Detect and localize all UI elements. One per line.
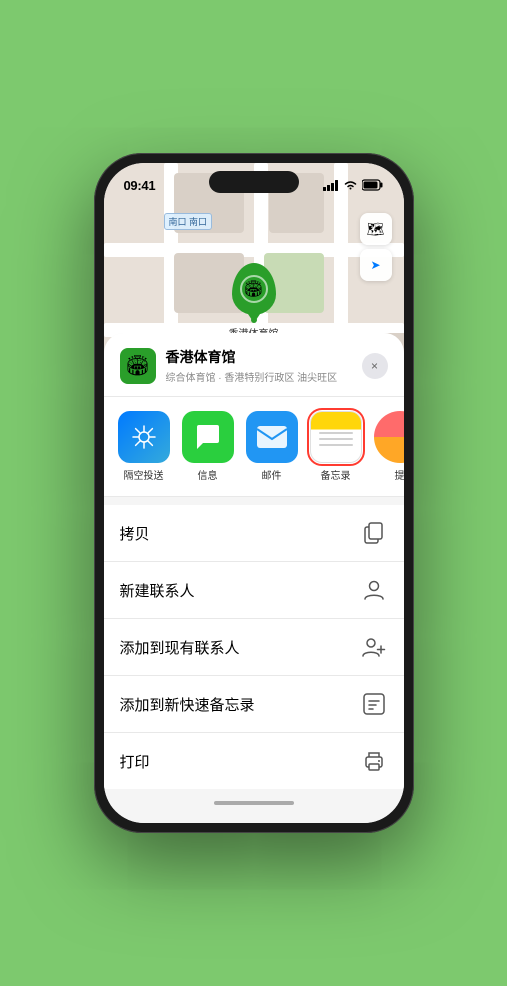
wifi-icon [343,180,358,191]
close-button[interactable]: × [362,353,388,379]
action-new-contact[interactable]: 新建联系人 [104,562,404,619]
action-print-label: 打印 [120,751,150,772]
venue-description: 综合体育馆 · 香港特别行政区 油尖旺区 [166,369,352,384]
app-item-mail[interactable]: 邮件 [244,411,300,482]
action-copy[interactable]: 拷贝 [104,505,404,562]
dynamic-island [209,171,299,193]
stadium-pin: 🏟 [232,263,276,315]
signal-icon [323,180,339,191]
status-icons [323,179,384,191]
copy-icon [360,519,388,547]
stadium-pin-inner: 🏟 [240,275,268,303]
bottom-sheet: 🏟 香港体育馆 综合体育馆 · 香港特别行政区 油尖旺区 × [104,333,404,823]
action-list: 拷贝 新建联系人 [104,505,404,789]
airdrop-icon [118,411,170,463]
venue-info: 香港体育馆 综合体育馆 · 香港特别行政区 油尖旺区 [166,347,352,384]
note-add-icon [360,690,388,718]
app-item-notes[interactable]: 备忘录 [308,411,364,482]
status-time: 09:41 [124,178,156,193]
action-add-existing-label: 添加到现有联系人 [120,637,240,658]
action-add-quick-note[interactable]: 添加到新快速备忘录 [104,676,404,733]
apps-row: 隔空投送 信息 [116,411,392,482]
venue-name: 香港体育馆 [166,347,352,367]
action-add-quick-note-label: 添加到新快速备忘录 [120,694,255,715]
home-bar [214,801,294,805]
venue-icon: 🏟 [120,348,156,384]
notes-label: 备忘录 [321,467,351,482]
home-indicator [104,793,404,813]
person-add-icon [360,633,388,661]
app-item-airdrop[interactable]: 隔空投送 [116,411,172,482]
map-location-button[interactable]: ➤ [360,249,392,281]
app-item-more[interactable]: 提 [372,411,404,482]
share-apps: 隔空投送 信息 [104,397,404,497]
print-icon [360,747,388,775]
stadium-marker: 🏟 香港体育馆 [229,263,279,340]
messages-icon [182,411,234,463]
venue-header: 🏟 香港体育馆 综合体育馆 · 香港特别行政区 油尖旺区 × [104,333,404,397]
mail-icon [246,411,298,463]
notes-lines-decoration [319,432,353,446]
airdrop-label: 隔空投送 [124,467,164,482]
messages-label: 信息 [198,467,218,482]
person-icon [360,576,388,604]
action-copy-label: 拷贝 [120,523,150,544]
app-item-messages[interactable]: 信息 [180,411,236,482]
battery-icon [362,179,384,191]
action-print[interactable]: 打印 [104,733,404,789]
action-add-existing-contact[interactable]: 添加到现有联系人 [104,619,404,676]
phone-screen: 09:41 [104,163,404,823]
action-new-contact-label: 新建联系人 [120,580,195,601]
phone-frame: 09:41 [94,153,414,833]
mail-label: 邮件 [262,467,282,482]
map-controls: 🗺 ➤ [360,213,392,285]
notes-icon [310,411,362,463]
map-layers-button[interactable]: 🗺 [360,213,392,245]
more-label: 提 [395,467,404,482]
south-gate-label: 南口 南口 [164,213,213,230]
more-icon [374,411,404,463]
